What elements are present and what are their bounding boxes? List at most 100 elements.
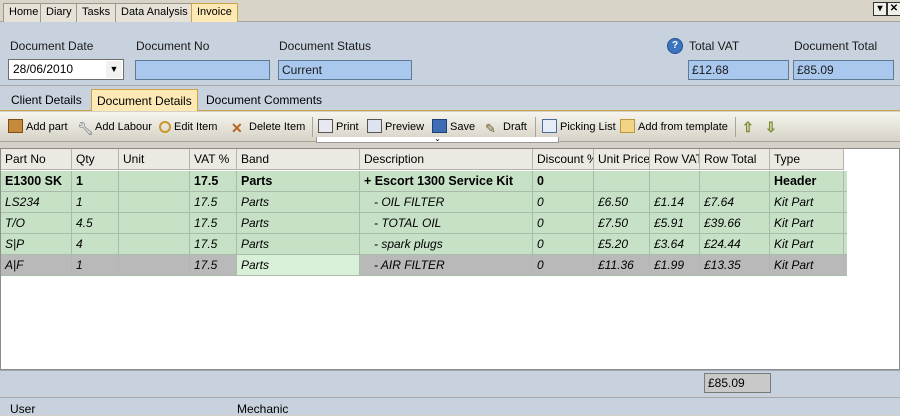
tab-client-details[interactable]: Client Details (6, 89, 87, 111)
cell-row-vat[interactable]: £5.91 (650, 213, 700, 233)
cell-description[interactable]: - OIL FILTER (360, 192, 533, 212)
column-header-band[interactable]: Band (237, 149, 360, 170)
document-no-field[interactable] (135, 60, 270, 80)
cell-row-total[interactable]: £39.66 (700, 213, 770, 233)
cell-type[interactable]: Header (770, 171, 844, 191)
cell-type[interactable]: Kit Part (770, 192, 844, 212)
column-header-row-total[interactable]: Row Total (700, 149, 770, 170)
add-part-button[interactable]: Add part (8, 118, 68, 136)
cell-description[interactable]: - spark plugs (360, 234, 533, 254)
column-header-unit-price[interactable]: Unit Price (594, 149, 650, 170)
cell-unit-price[interactable]: £6.50 (594, 192, 650, 212)
cell-description[interactable]: + Escort 1300 Service Kit (360, 171, 533, 191)
column-header-discount-percent[interactable]: Discount % (533, 149, 594, 170)
document-status-field[interactable]: Current (278, 60, 412, 80)
table-row[interactable]: A|F 1 17.5 Parts - AIR FILTER 0 £11.36 £1.99 £13… (1, 255, 847, 276)
document-date-picker[interactable]: 28/06/2010 ▼ (8, 59, 124, 80)
cell-vat-percent[interactable]: 17.5 (190, 171, 237, 191)
cell-type[interactable]: Kit Part (770, 255, 844, 275)
add-from-template-button[interactable]: Add from template (620, 118, 728, 136)
cell-unit[interactable] (119, 213, 190, 233)
cell-part-no[interactable]: LS234 (1, 192, 72, 212)
cell-part-no[interactable]: A|F (1, 255, 72, 275)
cell-description[interactable]: - AIR FILTER (360, 255, 533, 275)
cell-unit-price[interactable]: £5.20 (594, 234, 650, 254)
print-button[interactable]: Print (318, 118, 359, 136)
cell-qty[interactable]: 1 (72, 192, 119, 212)
picking-list-button[interactable]: Picking List (542, 118, 616, 136)
move-up-arrow-icon[interactable]: ⇧ (742, 118, 754, 136)
move-down-arrow-icon[interactable]: ⇩ (765, 118, 777, 136)
cell-row-total[interactable] (700, 171, 770, 191)
cell-unit[interactable] (119, 192, 190, 212)
column-header-part-no[interactable]: Part No (1, 149, 72, 170)
cell-type[interactable]: Kit Part (770, 213, 844, 233)
cell-discount-percent[interactable]: 0 (533, 234, 594, 254)
cell-vat-percent[interactable]: 17.5 (190, 255, 237, 275)
column-header-qty[interactable]: Qty (72, 149, 119, 170)
table-row[interactable]: T/O 4.5 17.5 Parts - TOTAL OIL 0 £7.50 £5.91 £39… (1, 213, 847, 234)
column-header-row-vat[interactable]: Row VAT (650, 149, 700, 170)
cell-part-no[interactable]: E1300 SK (1, 171, 72, 191)
tab-document-comments[interactable]: Document Comments (201, 89, 327, 111)
cell-discount-percent[interactable]: 0 (533, 171, 594, 191)
cell-qty[interactable]: 1 (72, 171, 119, 191)
cell-row-vat[interactable] (650, 171, 700, 191)
toolbar-expand-handle[interactable]: ⌄ (316, 135, 559, 143)
preview-label: Preview (385, 121, 425, 133)
cell-band[interactable]: Parts (237, 213, 360, 233)
draft-button[interactable]: ✎ Draft (485, 118, 527, 136)
table-row[interactable]: LS234 1 17.5 Parts - OIL FILTER 0 £6.50 £1.14 £7… (1, 192, 847, 213)
preview-button[interactable]: Preview (367, 118, 424, 136)
cell-vat-percent[interactable]: 17.5 (190, 192, 237, 212)
cell-part-no[interactable]: S|P (1, 234, 72, 254)
tab-tasks[interactable]: Tasks (76, 3, 117, 22)
cell-vat-percent[interactable]: 17.5 (190, 213, 237, 233)
cell-band[interactable]: Parts (237, 255, 360, 275)
cell-unit[interactable] (119, 171, 190, 191)
close-window-icon[interactable]: ✕ (887, 2, 900, 16)
cell-discount-percent[interactable]: 0 (533, 192, 594, 212)
chevron-down-icon[interactable]: ▼ (106, 61, 122, 78)
delete-item-button[interactable]: ✕ Delete Item (231, 118, 305, 136)
cell-band[interactable]: Parts (237, 171, 360, 191)
column-header-type[interactable]: Type (770, 149, 844, 170)
cell-row-total[interactable]: £24.44 (700, 234, 770, 254)
table-row[interactable]: E1300 SK 1 17.5 Parts + Escort 1300 Service … (1, 171, 847, 192)
cell-type[interactable]: Kit Part (770, 234, 844, 254)
cell-row-vat[interactable]: £1.14 (650, 192, 700, 212)
cell-band[interactable]: Parts (237, 234, 360, 254)
cell-band[interactable]: Parts (237, 192, 360, 212)
cell-qty[interactable]: 4.5 (72, 213, 119, 233)
column-header-unit[interactable]: Unit (119, 149, 190, 170)
column-header-description[interactable]: Description (360, 149, 533, 170)
help-icon[interactable]: ? (667, 38, 683, 54)
cell-discount-percent[interactable]: 0 (533, 213, 594, 233)
add-labour-button[interactable]: 🔧︎Add Labour (77, 118, 152, 136)
cell-vat-percent[interactable]: 17.5 (190, 234, 237, 254)
cell-unit-price[interactable]: £11.36 (594, 255, 650, 275)
dropdown-window-icon[interactable]: ▾ (873, 2, 887, 16)
edit-item-button[interactable]: Edit Item (159, 118, 217, 136)
cell-row-vat[interactable]: £1.99 (650, 255, 700, 275)
cell-description[interactable]: - TOTAL OIL (360, 213, 533, 233)
toolbar-separator (312, 117, 313, 137)
tab-invoice[interactable]: Invoice (191, 3, 238, 22)
cell-part-no[interactable]: T/O (1, 213, 72, 233)
column-header-vat-percent[interactable]: VAT % (190, 149, 237, 170)
cell-row-total[interactable]: £7.64 (700, 192, 770, 212)
cell-discount-percent[interactable]: 0 (533, 255, 594, 275)
cell-unit[interactable] (119, 234, 190, 254)
tab-diary[interactable]: Diary (40, 3, 78, 22)
tab-home[interactable]: Home (3, 3, 45, 22)
cell-qty[interactable]: 4 (72, 234, 119, 254)
cell-unit[interactable] (119, 255, 190, 275)
tab-data-analysis[interactable]: Data Analysis (115, 3, 194, 22)
cell-unit-price[interactable] (594, 171, 650, 191)
cell-unit-price[interactable]: £7.50 (594, 213, 650, 233)
table-row[interactable]: S|P 4 17.5 Parts - spark plugs 0 £5.20 £3.64 £24… (1, 234, 847, 255)
tab-document-details[interactable]: Document Details (91, 89, 198, 111)
cell-row-vat[interactable]: £3.64 (650, 234, 700, 254)
cell-qty[interactable]: 1 (72, 255, 119, 275)
cell-row-total[interactable]: £13.35 (700, 255, 770, 275)
